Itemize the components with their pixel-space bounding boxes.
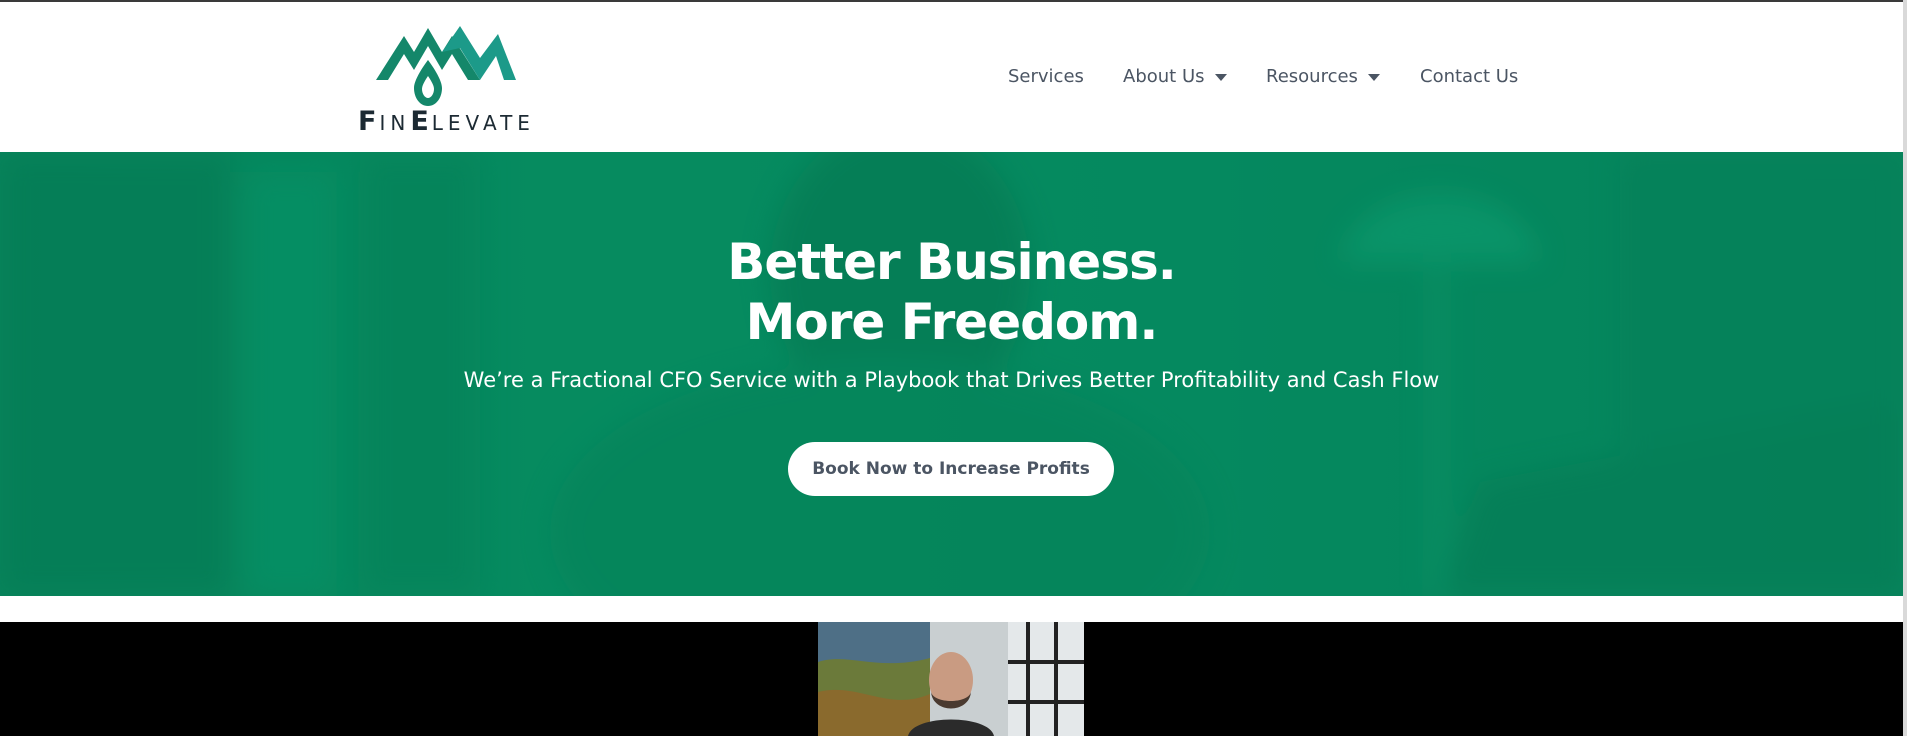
- scrollbar-edge: [1903, 0, 1907, 736]
- main-nav: Services About Us Resources Contact Us: [0, 2, 1903, 152]
- video-thumbnail-image: [818, 622, 1084, 736]
- nav-contact-us[interactable]: Contact Us: [1420, 66, 1518, 87]
- book-now-button[interactable]: Book Now to Increase Profits: [788, 442, 1114, 496]
- nav-about-us[interactable]: About Us: [1123, 66, 1227, 87]
- nav-services[interactable]: Services: [1008, 66, 1084, 87]
- video-player[interactable]: [818, 622, 1084, 736]
- hero-content: Better Business. More Freedom. We’re a F…: [0, 152, 1903, 596]
- caret-down-icon: [1367, 74, 1380, 81]
- video-section: [0, 622, 1903, 736]
- nav-resources[interactable]: Resources: [1266, 66, 1380, 87]
- hero-title-line-2: More Freedom.: [745, 293, 1159, 351]
- hero-title-line-1: Better Business.: [727, 233, 1176, 291]
- hero-title: Better Business. More Freedom.: [0, 232, 1903, 352]
- hero-subtitle: We’re a Fractional CFO Service with a Pl…: [463, 368, 1440, 392]
- site-header: FINELEVATE Services About Us Resources C…: [0, 2, 1903, 152]
- caret-down-icon: [1214, 74, 1227, 81]
- hero-section: Better Business. More Freedom. We’re a F…: [0, 152, 1903, 596]
